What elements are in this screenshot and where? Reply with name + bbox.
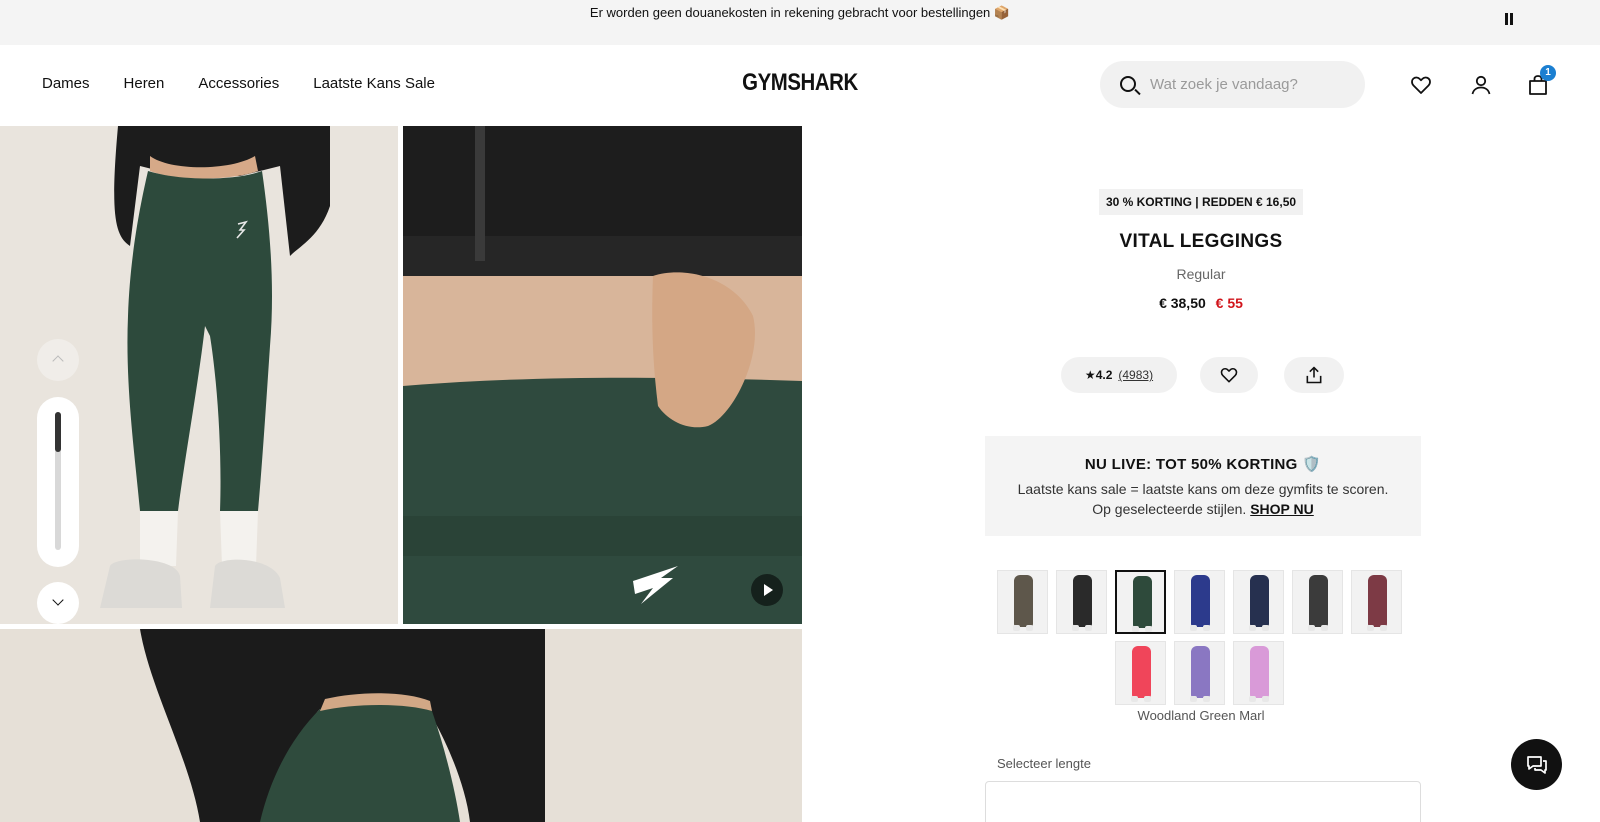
sale-promo-box: NU LIVE: TOT 50% KORTING 🛡️ Laatste kans… [985,436,1421,536]
heart-icon [1220,367,1238,383]
swatch-10-preview [1249,646,1269,702]
shop-now-link[interactable]: SHOP NU [1250,501,1314,517]
rating-value: 4.2 [1095,368,1113,382]
gallery-scroll-down-button[interactable] [37,582,79,624]
site-header: Dames Heren Accessories Laatste Kans Sal… [0,45,1600,126]
announcement-text: Er worden geen douanekosten in rekening … [589,5,1011,20]
account-user-icon[interactable] [1469,73,1493,97]
price-block: € 38,50 € 55 [802,295,1600,311]
add-to-wishlist-button[interactable] [1200,357,1258,393]
share-icon [1306,366,1322,384]
selected-colour-name: Woodland Green Marl [1137,708,1265,723]
swatch-10[interactable] [1233,641,1284,705]
play-video-icon[interactable] [751,574,783,606]
product-fit: Regular [1176,266,1226,282]
promo-text: Laatste kans sale = laatste kans om deze… [1017,481,1389,517]
product-gallery [0,126,802,822]
swatch-6-preview [1308,575,1328,631]
swatch-4-preview [1190,575,1210,631]
wishlist-heart-icon[interactable] [1409,73,1433,97]
search-bar[interactable] [1100,61,1365,108]
chat-icon [1527,756,1547,774]
swatch-8[interactable] [1115,641,1166,705]
swatch-1[interactable] [997,570,1048,634]
swatch-9[interactable] [1174,641,1225,705]
swatch-5[interactable] [1233,570,1284,634]
promo-title: NU LIVE: TOT 50% KORTING 🛡️ [1084,456,1322,473]
search-input[interactable] [1150,61,1355,108]
swatch-8-preview [1131,646,1151,702]
length-label: Selecteer lengte [997,756,1091,771]
gallery-scrollbar[interactable] [37,397,79,567]
product-title: VITAL LEGGINGS [1119,231,1283,252]
swatch-3-preview [1132,576,1152,632]
chat-support-button[interactable] [1511,739,1562,790]
length-selector[interactable] [985,781,1421,822]
swatch-7[interactable] [1351,570,1402,634]
rating-reviews-button[interactable]: ★4.2 (4983) [1061,357,1177,393]
swatch-3-selected[interactable] [1115,570,1166,634]
review-count[interactable]: (4983) [1118,368,1153,382]
swatch-6[interactable] [1292,570,1343,634]
product-info: 30 % KORTING | REDDEN € 16,50 VITAL LEGG… [802,126,1600,822]
cart-bag-icon[interactable]: 1 [1526,65,1556,97]
original-price: € 55 [1215,295,1243,311]
promo-body: Laatste kans sale = laatste kans om deze… [1015,479,1391,519]
swatch-4[interactable] [1174,570,1225,634]
product-image-back[interactable] [0,629,802,822]
swatch-9-preview [1190,646,1210,702]
nav-dames[interactable]: Dames [42,75,90,92]
swatch-7-preview [1367,575,1387,631]
share-button[interactable] [1284,357,1344,393]
search-icon [1120,76,1136,92]
product-image-waistband-closeup[interactable] [403,126,802,624]
swatch-2-preview [1072,575,1092,631]
announcement-bar: Er worden geen douanekosten in rekening … [0,0,1600,45]
star-icon: ★ [1084,368,1096,382]
gallery-scroll-up-button[interactable] [37,339,79,381]
swatch-2[interactable] [1056,570,1107,634]
pause-announcement-button[interactable] [1502,12,1516,26]
sale-price: € 38,50 [1159,295,1206,311]
swatch-1-preview [1013,575,1033,631]
swatch-5-preview [1249,575,1269,631]
cart-count-badge: 1 [1540,65,1556,81]
gallery-scroll-thumb[interactable] [55,412,61,452]
discount-badge: 30 % KORTING | REDDEN € 16,50 [1099,189,1303,215]
